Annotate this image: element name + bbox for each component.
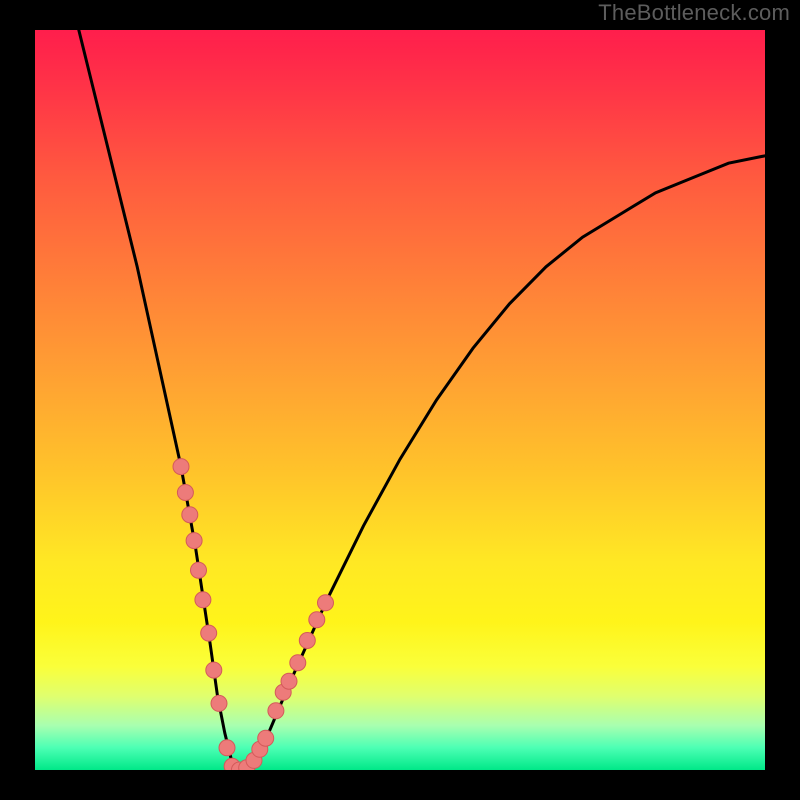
- bottleneck-curve: [79, 30, 765, 770]
- data-point-marker: [219, 740, 235, 756]
- data-point-marker: [177, 485, 193, 501]
- data-point-marker: [309, 612, 325, 628]
- data-point-marker: [281, 673, 297, 689]
- data-point-marker: [290, 655, 306, 671]
- data-point-marker: [211, 695, 227, 711]
- data-point-marker: [258, 730, 274, 746]
- data-point-marker: [182, 507, 198, 523]
- curve-svg: [35, 30, 765, 770]
- plot-area: [35, 30, 765, 770]
- data-point-marker: [195, 592, 211, 608]
- watermark-text: TheBottleneck.com: [598, 0, 790, 26]
- data-point-marker: [186, 533, 202, 549]
- data-point-marker: [268, 703, 284, 719]
- data-point-marker: [201, 625, 217, 641]
- data-point-marker: [299, 633, 315, 649]
- data-point-marker: [191, 562, 207, 578]
- chart-container: TheBottleneck.com: [0, 0, 800, 800]
- data-point-marker: [318, 595, 334, 611]
- data-point-marker: [173, 459, 189, 475]
- data-point-marker: [206, 662, 222, 678]
